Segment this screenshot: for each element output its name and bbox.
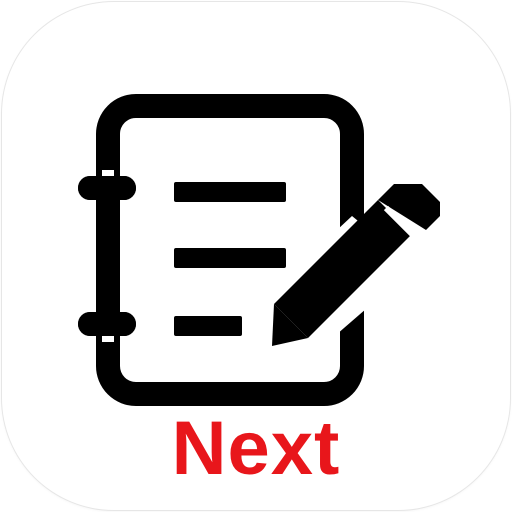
text-line-1 — [174, 182, 286, 202]
text-line-2 — [174, 248, 286, 268]
app-icon-label: Next — [171, 406, 341, 491]
canvas: Next — [0, 0, 512, 512]
app-icon[interactable]: Next — [2, 2, 510, 510]
binder-ring-bottom-front — [78, 312, 136, 336]
text-line-3 — [174, 316, 242, 336]
binder-ring-top-front — [78, 176, 136, 200]
